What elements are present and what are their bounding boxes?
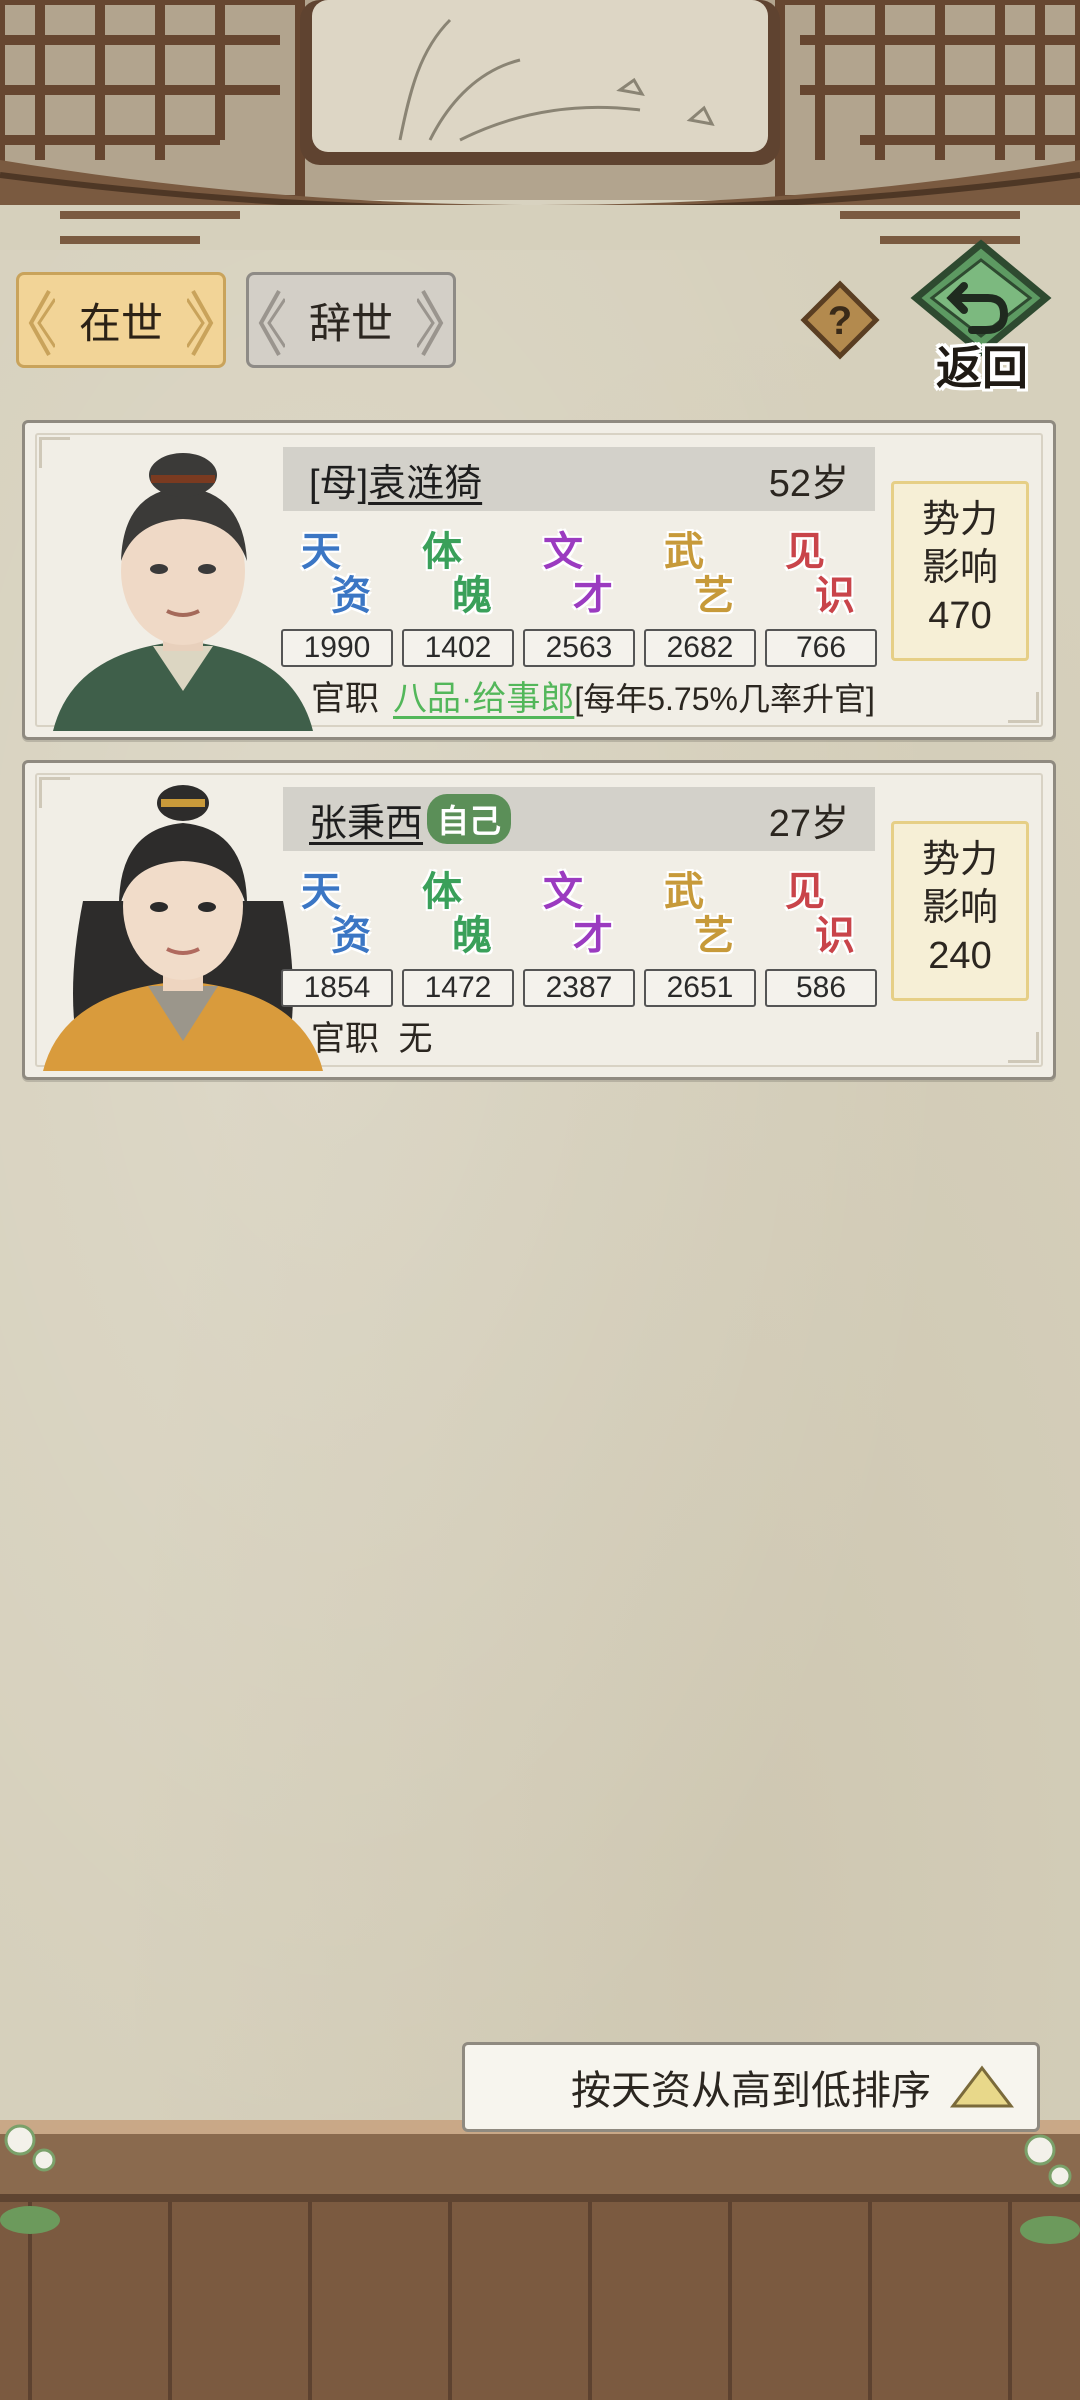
tab-alive-label: 在世	[78, 299, 163, 347]
stats-row: 天 资 1990 体 魄 1402 文 才 2563 武 艺 2682 见 识 …	[281, 519, 881, 669]
member-age: 52岁	[768, 462, 849, 505]
stat-physique: 体 魄 1402	[402, 519, 516, 669]
sort-label: 按天资从高到低排序	[571, 2069, 931, 2113]
stat-literary: 文 才 2563	[523, 519, 637, 669]
stat-aptitude: 天 资 1990	[281, 519, 395, 669]
stat-value: 1402	[402, 629, 514, 667]
relation-label: [母]	[309, 462, 369, 505]
chevron-right-icon	[417, 290, 444, 356]
wood-panel	[0, 2120, 1080, 2400]
office-line: 官职 无	[311, 1011, 432, 1060]
promotion-rate: [每年5.75%几率升官]	[574, 681, 875, 717]
office-line: 官职 八品·给事郎[每年5.75%几率升官]	[311, 671, 875, 720]
stat-martial: 武 艺 2651	[644, 859, 758, 1009]
stat-value: 586	[765, 969, 877, 1007]
sort-button[interactable]: 按天资从高到低排序	[462, 2042, 1040, 2132]
tab-alive[interactable]: 在世	[16, 272, 226, 368]
stat-value: 1854	[281, 969, 393, 1007]
stat-value: 2651	[644, 969, 756, 1007]
name-bar: [母] 袁涟猗 52岁	[283, 447, 875, 511]
influence-value: 240	[928, 935, 992, 977]
office-rank-link[interactable]: 八品·给事郎	[393, 680, 574, 718]
member-name[interactable]: 张秉西	[309, 792, 423, 847]
office-label: 官职	[311, 680, 379, 718]
member-card[interactable]: [母] 袁涟猗 52岁 天 资 1990 体 魄 1402 文 才 2563 武…	[22, 420, 1056, 740]
stat-insight: 见 识 766	[765, 519, 879, 669]
influence-value: 470	[928, 595, 992, 637]
office-value: 无	[398, 1020, 433, 1058]
stat-physique: 体 魄 1472	[402, 859, 516, 1009]
tab-dead[interactable]: 辞世	[246, 272, 456, 368]
influence-box: 势力 影响 240	[891, 821, 1029, 1001]
tab-dead-label: 辞世	[308, 299, 393, 347]
name-bar: 张秉西 自己 27岁	[283, 787, 875, 851]
stat-value: 2563	[523, 629, 635, 667]
member-name[interactable]: 袁涟猗	[368, 452, 482, 507]
stat-value: 2387	[523, 969, 635, 1007]
self-badge: 自己	[427, 794, 512, 844]
stat-insight: 见 识 586	[765, 859, 879, 1009]
office-label: 官职	[311, 1020, 379, 1058]
triangle-up-icon	[949, 2065, 1015, 2108]
stat-literary: 文 才 2387	[523, 859, 637, 1009]
stats-row: 天 资 1854 体 魄 1472 文 才 2387 武 艺 2651 见 识 …	[281, 859, 881, 1009]
stat-value: 766	[765, 629, 877, 667]
influence-box: 势力 影响 470	[891, 481, 1029, 661]
window-frame	[0, 0, 1080, 250]
stat-aptitude: 天 资 1854	[281, 859, 395, 1009]
help-button[interactable]: ?	[800, 280, 880, 360]
question-icon: ?	[800, 280, 880, 360]
stat-value: 1472	[402, 969, 514, 1007]
stat-martial: 武 艺 2682	[644, 519, 758, 669]
member-card[interactable]: 张秉西 自己 27岁 天 资 1854 体 魄 1472 文 才 2387 武 …	[22, 760, 1056, 1080]
stat-value: 1990	[281, 629, 393, 667]
stat-value: 2682	[644, 629, 756, 667]
svg-text:?: ?	[828, 299, 852, 343]
chevron-right-icon	[187, 290, 214, 356]
back-label[interactable]: 返回	[922, 332, 1042, 398]
chevron-left-icon	[258, 290, 285, 356]
chevron-left-icon	[28, 290, 55, 356]
member-age: 27岁	[768, 802, 849, 845]
